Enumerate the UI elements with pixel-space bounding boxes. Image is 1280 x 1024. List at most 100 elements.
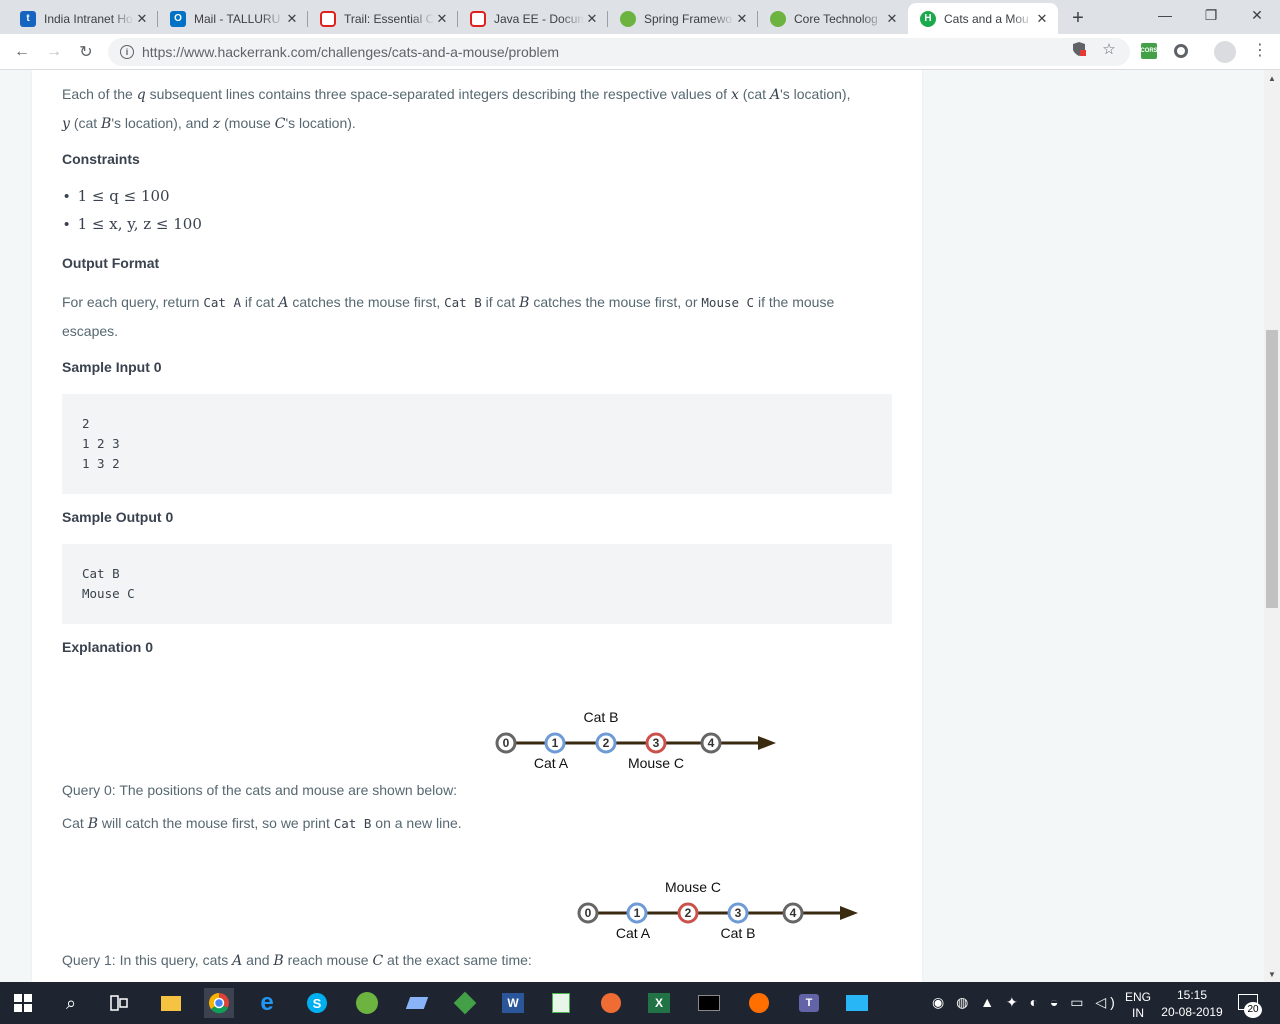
node-label: 0: [503, 736, 510, 750]
tab-india-intranet[interactable]: t India Intranet Ho ✕: [8, 3, 158, 34]
bookmark-star-icon[interactable]: ☆: [1098, 38, 1120, 60]
title-bar: t India Intranet Ho ✕ O Mail - TALLURU ✕…: [0, 0, 1280, 34]
node-label: 0: [585, 906, 592, 920]
constraint-item: • 1 ≤ x, y, z ≤ 100: [64, 215, 202, 233]
blocked-content-icon[interactable]: [1068, 38, 1090, 60]
tab-title: Spring Framewo: [644, 11, 733, 26]
constraints-heading: Constraints: [62, 151, 140, 167]
tab-core-tech[interactable]: Core Technolog ✕: [758, 3, 908, 34]
reload-button[interactable]: ↻: [74, 40, 98, 64]
node-label: 1: [634, 906, 641, 920]
minimize-button[interactable]: —: [1142, 0, 1188, 30]
forward-button[interactable]: →: [42, 40, 66, 64]
close-tab-icon[interactable]: ✕: [134, 11, 150, 27]
remote-desktop-icon[interactable]: [842, 988, 872, 1018]
close-window-button[interactable]: ✕: [1234, 0, 1280, 30]
address-bar[interactable]: i https://www.hackerrank.com/challenges/…: [108, 38, 1130, 66]
word-icon[interactable]: W: [498, 988, 528, 1018]
node-label: 1: [552, 736, 559, 750]
diagram-label: Mouse C: [665, 879, 721, 895]
intranet-favicon-icon: t: [20, 10, 36, 27]
diagram-label: Cat B: [583, 709, 618, 725]
constraint-item: • 1 ≤ q ≤ 100: [64, 187, 170, 205]
vertical-scrollbar[interactable]: ▲ ▼: [1264, 70, 1280, 982]
edge-icon[interactable]: e: [252, 988, 282, 1018]
menu-kebab-icon[interactable]: ⋮: [1252, 40, 1268, 60]
restore-button[interactable]: ❐: [1188, 0, 1234, 30]
tab-title: Java EE - Docum: [494, 11, 584, 26]
hackerrank-favicon-icon: H: [920, 10, 936, 27]
spring-tool-icon[interactable]: [352, 988, 382, 1018]
sublime-icon[interactable]: [744, 988, 774, 1018]
cors-extension-icon[interactable]: CORS: [1140, 43, 1158, 59]
tab-title: Mail - TALLURU: [194, 11, 281, 26]
page-viewport: [0, 70, 1264, 982]
explanation-heading: Explanation 0: [62, 639, 154, 655]
git-icon[interactable]: [450, 988, 480, 1018]
file-explorer-icon[interactable]: [156, 988, 186, 1018]
windows-start-icon[interactable]: [8, 988, 38, 1018]
skype-icon[interactable]: S: [302, 988, 332, 1018]
back-button[interactable]: ←: [10, 40, 34, 64]
sample-output-block: Cat B Mouse C: [62, 544, 892, 624]
windows-taskbar: ⌕ e S W X T ◉ ◍ ▲ ✦ ◐ ◒ ▭ ◁) ENG IN 15:15…: [0, 982, 1280, 1024]
tab-title: Core Technolog: [794, 11, 878, 26]
outlook-favicon-icon: O: [170, 10, 186, 27]
problem-card: [32, 70, 922, 982]
node-label: 4: [790, 906, 797, 920]
excel-icon[interactable]: X: [644, 988, 674, 1018]
close-tab-icon[interactable]: ✕: [434, 11, 450, 27]
extension-ring-icon[interactable]: [1174, 44, 1188, 58]
diagram-label: Cat B: [720, 925, 755, 941]
scrollbar-thumb[interactable]: [1266, 330, 1278, 608]
query0-result: Cat B will catch the mouse first, so we …: [62, 815, 462, 832]
node-label: 2: [685, 906, 692, 920]
close-tab-icon[interactable]: ✕: [284, 11, 300, 27]
scroll-down-icon[interactable]: ▼: [1264, 966, 1280, 982]
postman-icon[interactable]: [596, 988, 626, 1018]
node-label: 2: [603, 736, 610, 750]
oracle-favicon-icon: [470, 10, 486, 27]
query1-text: Query 1: In this query, cats A and B rea…: [62, 952, 532, 969]
chrome-icon[interactable]: [204, 988, 234, 1018]
tab-mail[interactable]: O Mail - TALLURU ✕: [158, 3, 308, 34]
tab-title: Cats and a Mou: [944, 11, 1029, 26]
tab-java-ee[interactable]: Java EE - Docum ✕: [458, 3, 608, 34]
oracle-favicon-icon: [320, 10, 336, 27]
query0-text: Query 0: The positions of the cats and m…: [62, 782, 458, 798]
close-tab-icon[interactable]: ✕: [734, 11, 750, 27]
system-tray-icons[interactable]: ◉ ◍ ▲ ✦ ◐ ◒ ▭ ◁): [932, 994, 1119, 1011]
app-diamond-icon[interactable]: [402, 988, 432, 1018]
node-label: 3: [653, 736, 660, 750]
browser-toolbar: ← → ↻ i https://www.hackerrank.com/chall…: [0, 34, 1280, 70]
tab-cats-and-mouse[interactable]: H Cats and a Mou ✕: [908, 3, 1058, 34]
teams-icon[interactable]: T: [794, 988, 824, 1018]
sample-input-heading: Sample Input 0: [62, 359, 162, 375]
notification-center-icon[interactable]: 20: [1238, 994, 1262, 1018]
search-icon[interactable]: ⌕: [56, 988, 86, 1018]
node-label: 4: [708, 736, 715, 750]
close-tab-icon[interactable]: ✕: [884, 11, 900, 27]
diagram-label: Cat A: [534, 755, 569, 771]
input-description: Each of the q subsequent lines contains …: [62, 86, 851, 132]
tab-spring[interactable]: Spring Framewo ✕: [608, 3, 758, 34]
notepad-plus-icon[interactable]: [546, 988, 576, 1018]
terminal-icon[interactable]: [694, 988, 724, 1018]
close-tab-icon[interactable]: ✕: [584, 11, 600, 27]
output-description: For each query, return Cat A if cat A ca…: [62, 294, 835, 339]
language-indicator[interactable]: ENG IN: [1124, 989, 1152, 1021]
sample-output-heading: Sample Output 0: [62, 509, 174, 525]
spring-favicon-icon: [620, 10, 636, 27]
close-tab-icon[interactable]: ✕: [1034, 11, 1050, 27]
profile-avatar[interactable]: [1214, 41, 1236, 63]
diagram-label: Cat A: [616, 925, 651, 941]
scroll-up-icon[interactable]: ▲: [1264, 70, 1280, 86]
clock[interactable]: 15:15 20-08-2019: [1160, 987, 1224, 1021]
new-tab-button[interactable]: +: [1066, 6, 1090, 30]
tab-trail[interactable]: Trail: Essential Cl ✕: [308, 3, 458, 34]
site-info-icon[interactable]: i: [120, 45, 134, 59]
notification-count-badge: 20: [1244, 1002, 1262, 1018]
task-view-icon[interactable]: [104, 988, 134, 1018]
url-text: https://www.hackerrank.com/challenges/ca…: [142, 44, 560, 60]
query0-diagram: 0 1 2 3 4 Cat B Cat A Mouse C: [490, 706, 790, 776]
